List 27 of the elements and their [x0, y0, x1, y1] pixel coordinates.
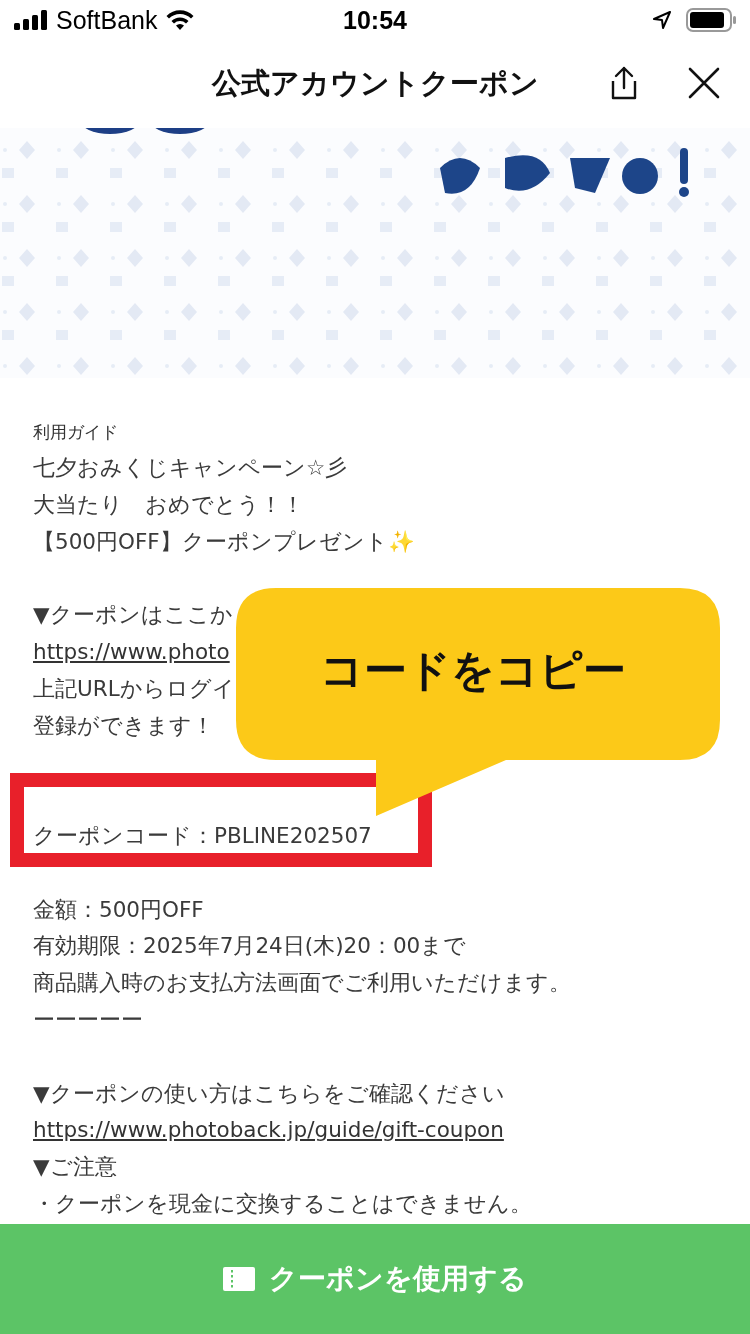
callout-text: コードをコピー [320, 644, 626, 697]
text-line: 金額：500円OFF [33, 896, 204, 922]
clock: 10:54 [343, 5, 407, 35]
location-icon [652, 10, 672, 30]
text-line: ーーーーー [33, 1006, 143, 1032]
text-line: ▼クーポンの使い方はこちらをご確認ください [33, 1080, 505, 1106]
wifi-icon [165, 9, 196, 31]
text-line: 商品購入時のお支払方法画面でご利用いただけます。 [33, 970, 571, 996]
text-line: ・クーポンを現金に交換することはできません。 [33, 1190, 532, 1216]
text-line: 有効期限：2025年7月24日(木)20：00まで [33, 933, 467, 959]
text-line: ▼クーポンはここか [33, 602, 233, 628]
text-line: 上記URLからログイ [33, 675, 235, 701]
text-line: 【500円OFF】クーポンプレゼント✨ [33, 528, 415, 554]
link[interactable]: https://www.photoback.jp/guide/gift-coupon [33, 1117, 504, 1143]
link[interactable]: https://www.photo [33, 639, 230, 664]
signal-icon [14, 10, 48, 30]
text-line: 大当たり おめでとう！！ [33, 491, 304, 517]
close-icon[interactable] [688, 67, 720, 99]
carrier-name: SoftBank [56, 5, 158, 35]
text-line: ▼ご注意 [33, 1154, 117, 1180]
text-line: 七夕おみくじキャンペーン☆彡 [33, 455, 348, 480]
page-title: 公式アカウントクーポン [211, 65, 539, 102]
guide-label: 利用ガイド [33, 421, 119, 444]
text-line: 登録ができます！ [33, 712, 214, 738]
battery-icon [686, 8, 736, 32]
ticket-icon [223, 1267, 255, 1291]
text-line: クーポンコード：PBLINE202507 [33, 822, 372, 848]
